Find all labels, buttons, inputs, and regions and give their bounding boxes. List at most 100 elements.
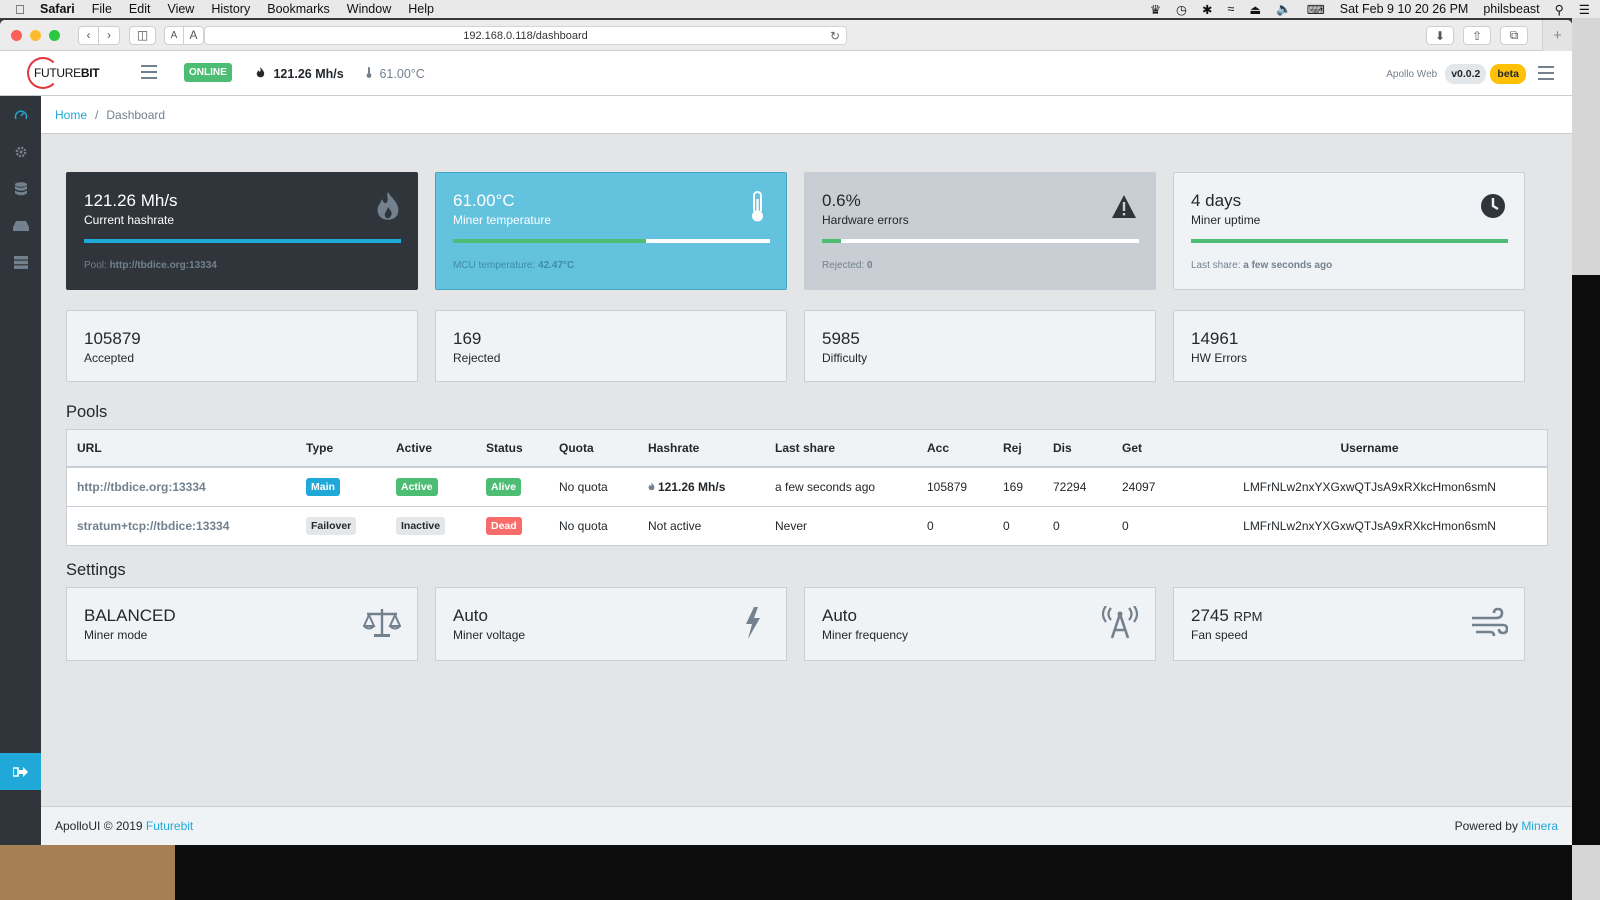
futurebit-logo[interactable]: FUTUREBIT	[27, 57, 102, 89]
pool-last-share: a few seconds ago	[765, 467, 917, 507]
col-url: URL	[67, 430, 296, 468]
app-header: FUTUREBIT ONLINE 121.26 Mh/s 61.00°C Apo…	[0, 51, 1572, 96]
uptime-card-value: 4 days	[1191, 191, 1242, 210]
time-machine-icon[interactable]: ◷	[1176, 2, 1187, 17]
bluetooth-icon[interactable]: ✱	[1202, 2, 1212, 17]
bolt-icon	[746, 607, 760, 639]
miner-mode-card[interactable]: BALANCED Miner mode	[66, 587, 418, 661]
wifi-icon[interactable]: ≈	[1227, 2, 1234, 16]
header-temperature: 61.00°C	[366, 67, 425, 81]
sidebar-toggle-button[interactable]: ◫	[129, 25, 156, 45]
minera-link[interactable]: Minera	[1521, 819, 1558, 833]
address-bar-url: 192.168.0.118/dashboard	[463, 29, 588, 42]
tabs-overview-button[interactable]: ⧉	[1500, 26, 1528, 45]
sidebar-item-storage[interactable]	[0, 207, 41, 244]
pool-quota: No quota	[549, 467, 638, 507]
menu-window[interactable]: Window	[347, 2, 391, 16]
miner-frequency-card[interactable]: Auto Miner frequency	[804, 587, 1156, 661]
breadcrumb-current: Dashboard	[106, 107, 166, 122]
miner-mode-value: BALANCED	[84, 606, 176, 625]
apollo-app: FUTUREBIT ONLINE 121.26 Mh/s 61.00°C Apo…	[0, 51, 1572, 845]
minimize-window-button[interactable]	[30, 29, 41, 41]
share-button[interactable]: ⇧	[1463, 26, 1491, 45]
app-name-label: Apollo Web	[1386, 68, 1438, 80]
accepted-label: Accepted	[84, 351, 135, 365]
sidebar-item-settings[interactable]	[0, 133, 41, 170]
menu-datetime[interactable]: Sat Feb 9 10 20 26 PM	[1340, 2, 1469, 16]
downloads-button[interactable]: ⬇	[1426, 26, 1454, 45]
sidebar-item-dashboard[interactable]	[0, 96, 41, 133]
pool-url-link[interactable]: http://tbdice.org:13334	[67, 467, 296, 507]
temperature-card-label: Miner temperature	[453, 213, 552, 227]
close-window-button[interactable]	[11, 29, 22, 41]
menu-edit[interactable]: Edit	[129, 2, 151, 16]
desktop-wallpaper-right-dark	[1572, 275, 1600, 845]
col-username: Username	[1192, 430, 1547, 468]
temperature-card: 61.00°C Miner temperature MCU temperatur…	[435, 172, 787, 290]
server-icon	[13, 256, 28, 269]
hashrate-progress-fill	[84, 239, 401, 243]
menu-bookmarks[interactable]: Bookmarks	[267, 2, 330, 16]
miner-voltage-label: Miner voltage	[453, 628, 526, 642]
header-temperature-value: 61.00°C	[379, 67, 425, 81]
col-rej: Rej	[993, 430, 1043, 468]
volume-icon[interactable]: 🔈	[1276, 2, 1292, 17]
mac-menu-bar:  Safari File Edit View History Bookmark…	[0, 0, 1600, 18]
footer-powered-by: Powered by Minera	[1454, 819, 1558, 833]
menu-app-name[interactable]: Safari	[40, 2, 75, 16]
menu-help[interactable]: Help	[408, 2, 434, 16]
font-smaller-button[interactable]: A	[164, 25, 184, 45]
flame-icon	[377, 192, 399, 220]
menu-view[interactable]: View	[167, 2, 194, 16]
sidebar-toggle-hamburger-icon[interactable]	[141, 65, 157, 79]
miner-voltage-card[interactable]: Auto Miner voltage	[435, 587, 787, 661]
breadcrumb-home-link[interactable]: Home	[55, 108, 87, 122]
futurebit-link[interactable]: Futurebit	[146, 819, 193, 833]
apple-icon[interactable]: 	[0, 2, 40, 17]
col-hashrate: Hashrate	[638, 430, 765, 468]
menu-file[interactable]: File	[92, 2, 112, 16]
sidebar-item-servers[interactable]	[0, 244, 41, 281]
pool-url-link[interactable]: stratum+tcp://tbdice:13334	[67, 506, 296, 545]
col-last-share: Last share	[765, 430, 917, 468]
notification-center-icon[interactable]: ☰	[1579, 2, 1590, 17]
col-type: Type	[296, 430, 386, 468]
breadcrumb: Home / Dashboard	[41, 96, 1572, 134]
pool-rej: 169	[993, 467, 1043, 507]
accepted-card: 105879 Accepted	[66, 310, 418, 382]
reload-icon[interactable]: ↻	[830, 29, 840, 43]
logout-button[interactable]	[0, 753, 41, 790]
pools-heading: Pools	[66, 403, 108, 421]
aside-menu-hamburger-icon[interactable]	[1538, 66, 1554, 80]
desktop-wallpaper-wood	[0, 845, 175, 900]
miner-frequency-label: Miner frequency	[822, 628, 909, 642]
fan-speed-unit: RPM	[1233, 609, 1263, 624]
eject-icon[interactable]: ⏏	[1249, 2, 1261, 17]
font-larger-button[interactable]: A	[184, 25, 204, 45]
uptime-progress-fill	[1191, 239, 1508, 243]
menu-user[interactable]: philsbeast	[1483, 2, 1539, 16]
menu-history[interactable]: History	[211, 2, 250, 16]
sidebar-item-database[interactable]	[0, 170, 41, 207]
new-tab-button[interactable]: +	[1542, 20, 1572, 51]
spotlight-icon[interactable]: ⚲	[1555, 2, 1564, 17]
address-bar[interactable]: 192.168.0.118/dashboard ↻	[204, 26, 847, 45]
forward-button[interactable]: ›	[99, 25, 120, 45]
broadcast-tower-icon	[1101, 606, 1139, 639]
difficulty-label: Difficulty	[822, 351, 868, 365]
temperature-progress-bar	[453, 239, 770, 243]
app-sidebar	[0, 96, 41, 845]
pool-type-badge: Failover	[306, 516, 357, 535]
table-row: stratum+tcp://tbdice:13334 Failover Inac…	[67, 506, 1547, 545]
keyboard-icon[interactable]: ⌨	[1307, 2, 1325, 17]
extension-icon[interactable]: ♛	[1150, 2, 1161, 17]
pool-dis: 0	[1053, 518, 1060, 533]
rejected-value: 169	[453, 329, 482, 348]
hw-errors-card: 14961 HW Errors	[1173, 310, 1525, 382]
temperature-card-value: 61.00°C	[453, 191, 515, 210]
fan-speed-card[interactable]: 2745 RPM Fan speed	[1173, 587, 1525, 661]
back-button[interactable]: ‹	[78, 25, 99, 45]
col-get: Get	[1112, 430, 1192, 468]
miner-mode-label: Miner mode	[84, 628, 148, 642]
zoom-window-button[interactable]	[49, 29, 60, 41]
